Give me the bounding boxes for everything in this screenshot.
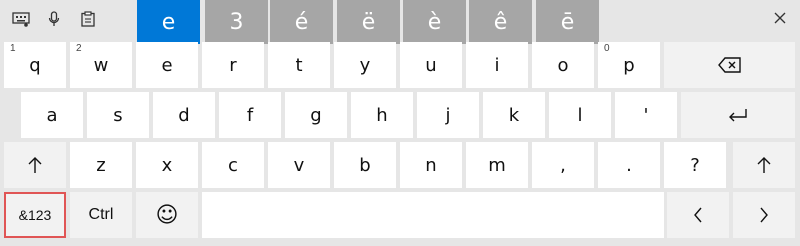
key-label: c	[228, 154, 238, 176]
candidate-0[interactable]: e	[137, 0, 200, 44]
key-i[interactable]: i	[466, 42, 528, 88]
key-l[interactable]: l	[549, 92, 611, 138]
key-p[interactable]: 0 p	[598, 42, 660, 88]
key-label: t	[295, 54, 303, 76]
key-label: o	[557, 54, 569, 76]
key-f[interactable]: f	[219, 92, 281, 138]
key-label: Ctrl	[88, 206, 114, 223]
key-o[interactable]: o	[532, 42, 594, 88]
symbols-key[interactable]: &123	[4, 192, 66, 238]
key-label: g	[310, 104, 322, 126]
key-k[interactable]: k	[483, 92, 545, 138]
key-label: ,	[560, 154, 566, 176]
key-label: i	[494, 54, 500, 76]
candidate-1[interactable]: 3	[205, 0, 268, 44]
key-label: w	[93, 54, 109, 76]
key-j[interactable]: j	[417, 92, 479, 138]
key-g[interactable]: g	[285, 92, 347, 138]
key-period[interactable]: .	[598, 142, 660, 188]
ctrl-key[interactable]: Ctrl	[70, 192, 132, 238]
shift-icon	[28, 157, 42, 173]
key-label: e	[161, 54, 173, 76]
key-label: m	[488, 154, 506, 176]
key-label: u	[425, 54, 437, 76]
space-key[interactable]	[202, 192, 664, 238]
key-q[interactable]: 1 q	[4, 42, 66, 88]
key-m[interactable]: m	[466, 142, 528, 188]
key-w[interactable]: 2 w	[70, 42, 132, 88]
key-d[interactable]: d	[153, 92, 215, 138]
key-label: x	[161, 154, 173, 176]
keyboard-settings-icon[interactable]	[12, 10, 30, 28]
key-label: r	[229, 54, 237, 76]
key-label: p	[623, 54, 635, 76]
key-label: y	[359, 54, 371, 76]
keyboard-toolbar: e 3 é ë è ê ē	[0, 0, 800, 44]
key-label: l	[577, 104, 583, 126]
key-hint: 0	[604, 43, 610, 54]
key-label: j	[445, 104, 451, 126]
key-label: '	[643, 104, 649, 126]
shift-right-key[interactable]	[733, 142, 795, 188]
key-n[interactable]: n	[400, 142, 462, 188]
key-label: ?	[690, 154, 700, 176]
key-label: f	[246, 104, 254, 126]
key-y[interactable]: y	[334, 42, 396, 88]
key-t[interactable]: t	[268, 42, 330, 88]
key-label: a	[46, 104, 58, 126]
key-hint: 1	[10, 43, 16, 54]
key-question[interactable]: ?	[664, 142, 726, 188]
candidate-4[interactable]: è	[403, 0, 466, 44]
chevron-left-icon	[694, 207, 702, 223]
enter-key[interactable]	[681, 92, 795, 138]
close-icon[interactable]	[770, 8, 790, 28]
microphone-icon[interactable]	[45, 10, 63, 28]
key-a[interactable]: a	[21, 92, 83, 138]
key-x[interactable]: x	[136, 142, 198, 188]
shift-icon	[757, 157, 771, 173]
key-label: k	[508, 104, 520, 126]
backspace-icon	[717, 57, 741, 73]
candidate-3[interactable]: ë	[337, 0, 400, 44]
key-u[interactable]: u	[400, 42, 462, 88]
backspace-key[interactable]	[664, 42, 795, 88]
key-label: n	[425, 154, 437, 176]
shift-left-key[interactable]	[4, 142, 66, 188]
key-b[interactable]: b	[334, 142, 396, 188]
clipboard-icon[interactable]	[79, 10, 97, 28]
key-z[interactable]: z	[70, 142, 132, 188]
key-label: b	[359, 154, 371, 176]
key-label: h	[376, 104, 388, 126]
key-label: d	[178, 104, 190, 126]
left-arrow-key[interactable]	[667, 192, 729, 238]
enter-icon	[729, 109, 747, 122]
emoji-key[interactable]: ☺	[136, 192, 198, 238]
candidate-5[interactable]: ê	[469, 0, 532, 44]
key-h[interactable]: h	[351, 92, 413, 138]
key-hint: 2	[76, 43, 82, 54]
key-e[interactable]: e	[136, 42, 198, 88]
key-apostrophe[interactable]: '	[615, 92, 677, 138]
key-v[interactable]: v	[268, 142, 330, 188]
right-arrow-key[interactable]	[733, 192, 795, 238]
key-r[interactable]: r	[202, 42, 264, 88]
smiley-icon: ☺	[155, 202, 179, 228]
key-label: q	[29, 54, 41, 76]
key-c[interactable]: c	[202, 142, 264, 188]
key-s[interactable]: s	[87, 92, 149, 138]
key-label: z	[96, 154, 106, 176]
key-label: &123	[18, 207, 52, 223]
chevron-right-icon	[760, 207, 768, 223]
key-label: .	[626, 154, 632, 176]
candidate-2[interactable]: é	[270, 0, 333, 44]
key-label: v	[293, 154, 305, 176]
key-comma[interactable]: ,	[532, 142, 594, 188]
candidate-6[interactable]: ē	[536, 0, 599, 44]
key-label: s	[113, 104, 123, 126]
